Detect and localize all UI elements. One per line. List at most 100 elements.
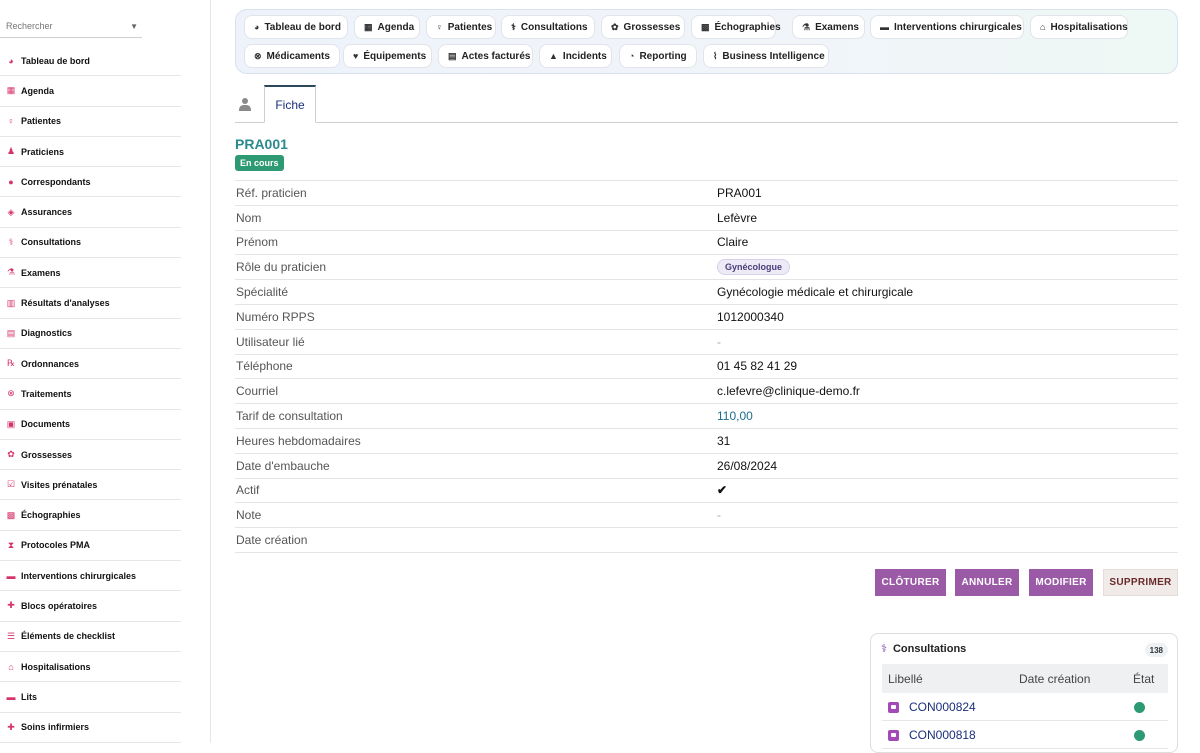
field-row-ref: Réf. praticien PRA001 [235, 181, 1178, 206]
sidebar-item-patientes[interactable]: ♀ Patientes [0, 107, 181, 137]
sidebar-item-label: Examens [21, 267, 61, 278]
sidebar-nav: ◕ Tableau de bord ▦ Agenda ♀ Patientes ♟ Pratic… [0, 46, 181, 743]
field-label: Rôle du praticien [236, 260, 327, 275]
module-chip-equipements[interactable]: ♥ Équipements [343, 44, 432, 68]
field-row-telephone: Téléphone 01 45 82 41 29 [235, 355, 1178, 380]
detail-table: Réf. praticien PRA001 Nom Lefèvre Prénom… [235, 180, 1178, 553]
consultation-icon [888, 701, 899, 713]
sidebar-item-visites-prenatales[interactable]: ☑ Visites prénatales [0, 470, 181, 501]
sidebar-item-praticiens[interactable]: ♟ Praticiens [0, 137, 181, 168]
stethoscope-icon: ⚕ [511, 21, 516, 32]
sidebar-item-label: Ordonnances [21, 358, 80, 369]
pie-chart-icon: ◔ [629, 51, 635, 61]
module-bar: ◕ Tableau de bord ▦ Agenda ♀ Patientes ⚕ Consul… [235, 9, 1178, 74]
sidebar-item-agenda[interactable]: ▦ Agenda [0, 76, 181, 107]
sidebar-item-label: Éléments de checklist [21, 631, 116, 642]
sidebar-item-label: Patientes [21, 116, 62, 127]
sidebar-item-label: Consultations [21, 237, 81, 248]
field-label: Date d'embauche [236, 458, 330, 473]
field-row-specialite: Spécialité Gynécologie médicale et chiru… [235, 280, 1178, 305]
field-label: Utilisateur lié [236, 334, 305, 349]
module-chip-incidents[interactable]: ▲ Incidents [539, 44, 612, 68]
table-row[interactable]: CON000818 [882, 722, 1168, 749]
sidebar-item-label: Traitements [21, 388, 72, 399]
modifier-button[interactable]: MODIFIER [1029, 569, 1093, 596]
tab-fiche[interactable]: Fiche [264, 85, 316, 123]
column-header-date[interactable]: Date création [1019, 672, 1133, 686]
status-badge: En cours [235, 155, 284, 171]
sidebar-item-interventions-chirurgicales[interactable]: ▬ Interventions chirurgicales [0, 561, 181, 592]
pregnancy-icon: ✿ [611, 21, 619, 32]
clipboard-check-icon: ☑ [6, 479, 16, 490]
annuler-button[interactable]: ANNULER [955, 569, 1019, 596]
sidebar-item-grossesses[interactable]: ✿ Grossesses [0, 440, 181, 471]
sidebar-item-hospitalisations[interactable]: ⌂ Hospitalisations [0, 652, 181, 683]
consultation-link[interactable]: CON000818 [909, 728, 1134, 742]
page-title: PRA001 [235, 136, 288, 152]
module-chip-grossesses[interactable]: ✿ Grossesses [601, 15, 685, 39]
sidebar-item-traitements[interactable]: ⊗ Traitements [0, 379, 181, 410]
sidebar-item-ordonnances[interactable]: ℞ Ordonnances [0, 349, 181, 380]
invoice-icon: ▤ [448, 50, 457, 61]
sidebar-item-elements-de-checklist[interactable]: ☰ Éléments de checklist [0, 622, 181, 652]
sidebar-item-consultations[interactable]: ⚕ Consultations [0, 228, 181, 259]
field-label: Tarif de consultation [236, 409, 343, 424]
module-chip-echographies[interactable]: ▩ Échographies [691, 15, 781, 39]
module-chip-reporting[interactable]: ◔ Reporting [619, 44, 697, 68]
sidebar-item-soins-infirmiers[interactable]: ✚ Soins infirmiers [0, 713, 181, 743]
shield-icon: ◈ [7, 206, 15, 217]
sidebar-item-label: Agenda [21, 85, 55, 96]
module-chip-label: Médicaments [266, 50, 330, 62]
supprimer-button[interactable]: SUPPRIMER [1103, 569, 1178, 596]
table-row[interactable]: CON000824 [882, 694, 1168, 721]
module-chip-consultations[interactable]: ⚕ Consultations [501, 15, 595, 39]
sidebar-item-documents[interactable]: ▣ Documents [0, 410, 181, 440]
sidebar-item-label: Protocoles PMA [21, 540, 91, 551]
module-chip-examens[interactable]: ⚗ Examens [792, 15, 865, 39]
field-value: c.lefevre@clinique-demo.fr [717, 384, 860, 399]
hospital-icon: ⌂ [8, 661, 14, 672]
doctor-icon[interactable] [239, 97, 251, 111]
sidebar-item-assurances[interactable]: ◈ Assurances [0, 197, 181, 228]
field-value: 110,00 [717, 409, 753, 424]
stethoscope-icon: ⚕ [881, 643, 887, 655]
module-chip-business-intelligence[interactable]: ⌇ Business Intelligence [703, 44, 829, 68]
calendar-icon: ▦ [6, 85, 16, 96]
sidebar-item-diagnostics[interactable]: ▤ Diagnostics [0, 319, 181, 349]
module-chip-interventions-chirurgicales[interactable]: ▬ Interventions chirurgicales [870, 15, 1024, 39]
sidebar-item-lits[interactable]: ▬ Lits [0, 682, 181, 713]
sidebar-item-label: Hospitalisations [21, 661, 91, 672]
module-chip-actes-factures[interactable]: ▤ Actes facturés [438, 44, 533, 68]
field-label: Date création [236, 533, 308, 548]
cloturer-button[interactable]: CLÔTURER [875, 569, 946, 596]
consultation-link[interactable]: CON000824 [909, 700, 1134, 714]
module-chip-tableau-de-bord[interactable]: ◕ Tableau de bord [244, 15, 348, 39]
sidebar-item-echographies[interactable]: ▩ Échographies [0, 500, 181, 531]
search-input[interactable] [6, 16, 126, 36]
chevron-down-icon[interactable]: ▼ [130, 22, 138, 31]
module-chip-agenda[interactable]: ▦ Agenda [354, 15, 420, 39]
pregnancy-icon: ✿ [7, 449, 15, 459]
field-row-utilisateur: Utilisateur lié - [235, 330, 1178, 355]
sidebar-item-label: Diagnostics [21, 328, 73, 339]
search-box[interactable]: ▼ [0, 16, 142, 38]
sidebar-item-protocoles-pma[interactable]: ⧗ Protocoles PMA [0, 531, 181, 562]
sidebar-item-resultats-d-analyses[interactable]: ▥ Résultats d'analyses [0, 288, 181, 319]
module-chip-medicaments[interactable]: ⊗ Médicaments [244, 44, 340, 68]
sidebar-item-tableau-de-bord[interactable]: ◕ Tableau de bord [0, 46, 181, 77]
ultrasound-icon: ▩ [701, 21, 710, 32]
sidebar-item-correspondants[interactable]: ● Correspondants [0, 167, 181, 198]
sidebar-item-label: Correspondants [21, 176, 91, 187]
module-chip-hospitalisations[interactable]: ⌂ Hospitalisations [1030, 15, 1128, 39]
pills-icon: ⊗ [254, 50, 262, 61]
field-label: Note [236, 508, 262, 523]
field-value: PRA001 [717, 185, 762, 200]
module-chip-patientes[interactable]: ♀ Patientes [426, 15, 496, 39]
sidebar-item-examens[interactable]: ⚗ Examens [0, 258, 181, 289]
field-label: Courriel [236, 384, 279, 399]
column-header-etat[interactable]: État [1133, 672, 1168, 686]
module-chip-label: Patientes [447, 21, 493, 33]
field-value: Lefèvre [717, 210, 758, 225]
sidebar-item-blocs-operatoires[interactable]: ✚ Blocs opératoires [0, 591, 181, 622]
column-header-libelle[interactable]: Libellé [882, 672, 1019, 686]
